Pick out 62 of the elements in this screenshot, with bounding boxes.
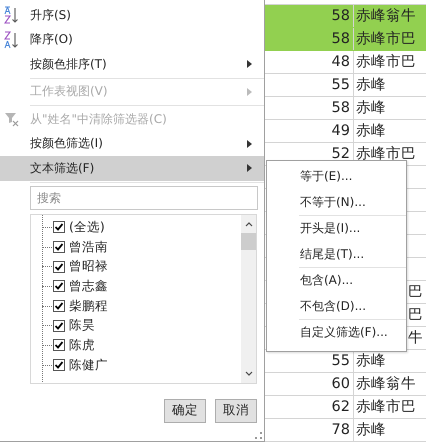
text-cell-text: 赤峰 [355, 122, 386, 141]
scroll-thumb[interactable] [241, 232, 256, 250]
ok-button[interactable]: 确定 [164, 398, 206, 422]
checkbox[interactable] [53, 339, 65, 352]
menu-item[interactable]: 包含(A)... [267, 268, 406, 294]
scroll-up-icon[interactable] [244, 220, 252, 226]
menu-item[interactable]: 按颜色筛选(I) [0, 132, 264, 156]
number-cell: 78 [265, 419, 354, 441]
number-cell: 62 [265, 396, 354, 418]
menu-item[interactable]: 开头是(I)... [267, 216, 406, 242]
number-cell: 58 [265, 28, 354, 50]
clear-filter-icon [4, 111, 20, 128]
text-cell-text: 巴 [408, 283, 423, 302]
list-item-label[interactable]: 曾志鑫 [69, 278, 108, 295]
search-field[interactable]: 搜索 [30, 186, 258, 210]
scrollbar[interactable] [241, 214, 256, 382]
menu-item[interactable]: 升序(S) [0, 3, 264, 28]
checkbox[interactable] [53, 260, 65, 273]
menu-item[interactable]: 结尾是(T)... [267, 242, 406, 267]
menu-item[interactable]: 文本筛选(F) [0, 156, 264, 180]
number-cell: 48 [265, 51, 354, 73]
text-cell-text: 赤峰市巴 [355, 398, 416, 417]
menu-item[interactable]: 降序(O) [0, 28, 264, 52]
checkbox[interactable] [53, 280, 65, 292]
list-item-label[interactable]: 陈昊 [69, 317, 95, 334]
checkbox[interactable] [53, 320, 65, 332]
text-cell-text: 赤峰 [355, 76, 386, 95]
scroll-down-icon[interactable] [244, 370, 252, 376]
text-cell-text: 赤峰翁牛 [355, 7, 416, 26]
number-cell: 58 [265, 97, 354, 119]
number-cell: 49 [265, 120, 354, 142]
sort-ascending-icon [4, 6, 20, 24]
text-cell-text: 赤峰翁牛 [355, 375, 416, 394]
text-cell-text: 牛 [408, 329, 423, 348]
resize-grip-icon[interactable] [255, 432, 262, 439]
menu-item[interactable]: 不包含(D)... [267, 294, 406, 319]
checkbox[interactable] [53, 221, 65, 234]
list-item-label[interactable]: 陈虎 [69, 336, 95, 354]
cancel-button[interactable]: 取消 [215, 398, 257, 422]
text-cell-text: 赤峰市巴 [355, 30, 416, 49]
menu-item[interactable]: 等于(E)... [267, 164, 406, 190]
menu-item[interactable]: 不等于(N)... [267, 190, 406, 215]
checkbox[interactable] [53, 241, 65, 254]
list-item-label[interactable]: 陈健广 [69, 356, 108, 374]
sort-descending-icon [4, 30, 20, 49]
number-cell: 58 [265, 5, 354, 27]
list-item-label[interactable]: 曾昭禄 [69, 258, 108, 276]
list-item-label[interactable]: 柴鹏程 [69, 298, 108, 315]
text-cell-text: 赤峰 [355, 352, 386, 371]
number-cell: 60 [265, 373, 354, 395]
menu-item[interactable]: 自定义筛选(F)... [267, 320, 406, 346]
number-cell: 55 [265, 74, 354, 96]
list-item-label[interactable]: 曾浩南 [69, 238, 108, 256]
text-cell-text: 赤峰市巴 [355, 52, 416, 72]
text-cell-text: 赤峰市巴 [355, 144, 416, 164]
checkbox[interactable] [53, 359, 65, 372]
text-cell-text: 赤峰 [355, 99, 386, 118]
text-cell-text: 赤峰 [355, 421, 386, 440]
menu-item[interactable]: 按颜色排序(T) [0, 52, 264, 76]
checkbox[interactable] [53, 300, 65, 312]
list-item-label[interactable]: (全选) [69, 218, 105, 236]
text-cell-text: 巴 [408, 306, 423, 325]
